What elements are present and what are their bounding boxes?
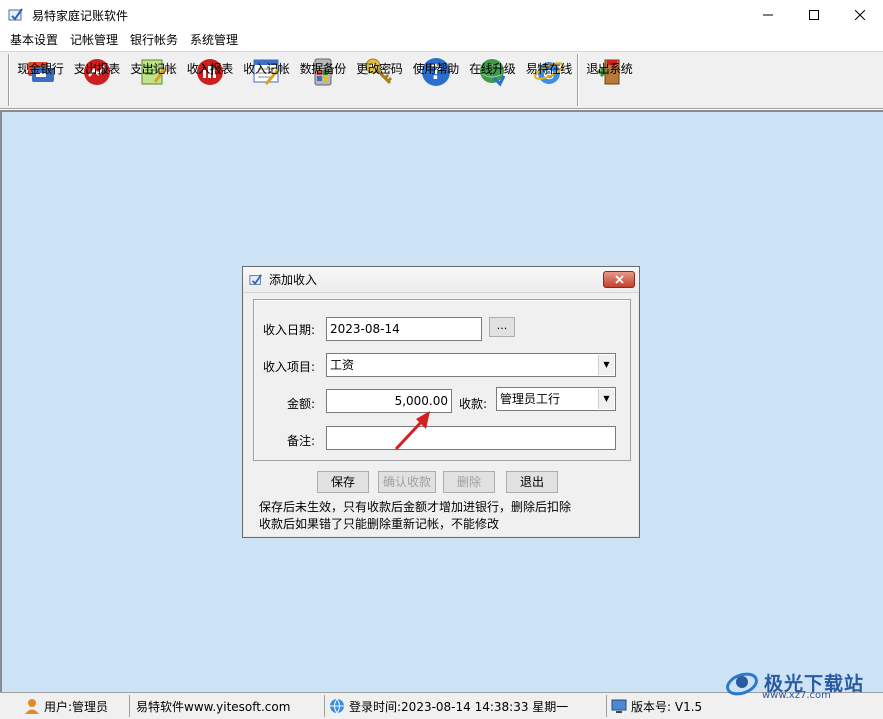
amount-label: 金额: — [287, 397, 316, 411]
date-label: 收入日期: — [263, 323, 316, 337]
menu-accounting[interactable]: 记帐管理 — [64, 30, 124, 50]
minimize-icon — [763, 14, 773, 16]
status-login-time: 登录时间:2023-08-14 14:38:33 星期一 — [325, 695, 607, 717]
save-button[interactable]: 保存 — [317, 471, 369, 493]
note-line-2: 收款后如果错了只能删除重新记帐，不能修改 — [259, 517, 500, 531]
toolbar-expense-entry[interactable]: 支出记帐 — [125, 52, 182, 108]
toolbar-income-report[interactable]: 收入报表 — [182, 52, 239, 108]
annotation-arrow-icon — [394, 411, 430, 451]
toolbar-expense-report[interactable]: 支出报表 — [69, 52, 126, 108]
globe-icon — [330, 698, 344, 714]
dialog-app-icon — [249, 273, 262, 285]
date-picker-button[interactable]: ... — [489, 317, 515, 337]
account-select[interactable]: 管理员工行 ▼ — [496, 387, 616, 411]
maximize-icon — [809, 10, 819, 20]
item-label: 收入项目: — [263, 360, 316, 374]
toolbar-separator — [8, 54, 10, 106]
title-bar: 易特家庭记账软件 — [0, 0, 883, 30]
date-input[interactable]: 2023-08-14 — [326, 317, 482, 341]
remark-label: 备注: — [287, 434, 316, 448]
menu-system[interactable]: 系统管理 — [184, 30, 244, 50]
account-label: 收款: — [459, 397, 488, 411]
delete-button[interactable]: 删除 — [443, 471, 495, 493]
income-item-value: 工资 — [330, 358, 355, 372]
toolbar-exit-system[interactable]: 退出系统 — [581, 52, 638, 108]
toolbar-yite-online[interactable]: e 易特在线 — [521, 52, 578, 108]
user-icon — [25, 699, 39, 714]
maximize-button[interactable] — [791, 0, 837, 30]
window-title: 易特家庭记账软件 — [32, 8, 129, 23]
dialog-title: 添加收入 — [269, 273, 318, 287]
toolbar-cash-bank[interactable]: 现金银行 — [12, 52, 69, 108]
watermark-logo-icon — [726, 672, 758, 696]
status-company: 易特软件www.yitesoft.com — [130, 695, 325, 717]
app-icon — [8, 8, 23, 21]
menu-bar: 基本设置 记帐管理 银行帐务 系统管理 — [0, 30, 883, 50]
toolbar-help[interactable]: ? 使用帮助 — [408, 52, 465, 108]
add-income-dialog: 添加收入 收入日期: 2023-08-14 ... 收入项目: 工资 ▼ 金额:… — [242, 266, 640, 538]
watermark: 极光下载站 www.xz7.com — [724, 664, 879, 701]
close-button[interactable] — [837, 0, 883, 30]
toolbar-online-upgrade[interactable]: 在线升级 — [464, 52, 521, 108]
remark-input[interactable] — [326, 426, 616, 450]
account-value: 管理员工行 — [500, 392, 561, 406]
toolbar-income-entry[interactable]: 收入记帐 — [238, 52, 295, 108]
chevron-down-icon[interactable]: ▼ — [598, 355, 614, 375]
menu-basic-settings[interactable]: 基本设置 — [4, 30, 64, 50]
note-line-1: 保存后未生效，只有收款后金额才增加进银行，删除后扣除 — [259, 500, 572, 514]
status-user: 用户:管理员 — [0, 695, 130, 717]
chevron-down-icon[interactable]: ▼ — [598, 389, 614, 409]
status-version: 版本号: V1.5 — [607, 695, 727, 717]
confirm-receipt-button[interactable]: 确认收款 — [378, 471, 436, 493]
toolbar-separator — [577, 54, 579, 106]
menu-bank-accounts[interactable]: 银行帐务 — [124, 30, 184, 50]
toolbar-change-password[interactable]: 更改密码 — [351, 52, 408, 108]
dialog-close-button[interactable] — [603, 271, 635, 288]
dialog-title-bar: 添加收入 — [243, 267, 639, 293]
exit-button[interactable]: 退出 — [506, 471, 558, 493]
minimize-button[interactable] — [745, 0, 791, 30]
toolbar: 现金银行 支出报表 支出记帐 收入报表 收入记帐 数据备份 更改密码 ? 使用帮… — [0, 51, 883, 109]
watermark-url: www.xz7.com — [762, 690, 831, 701]
close-icon — [855, 10, 865, 20]
close-icon — [614, 275, 624, 284]
monitor-icon — [611, 699, 627, 713]
income-item-select[interactable]: 工资 ▼ — [326, 353, 616, 377]
toolbar-data-backup[interactable]: 数据备份 — [295, 52, 352, 108]
